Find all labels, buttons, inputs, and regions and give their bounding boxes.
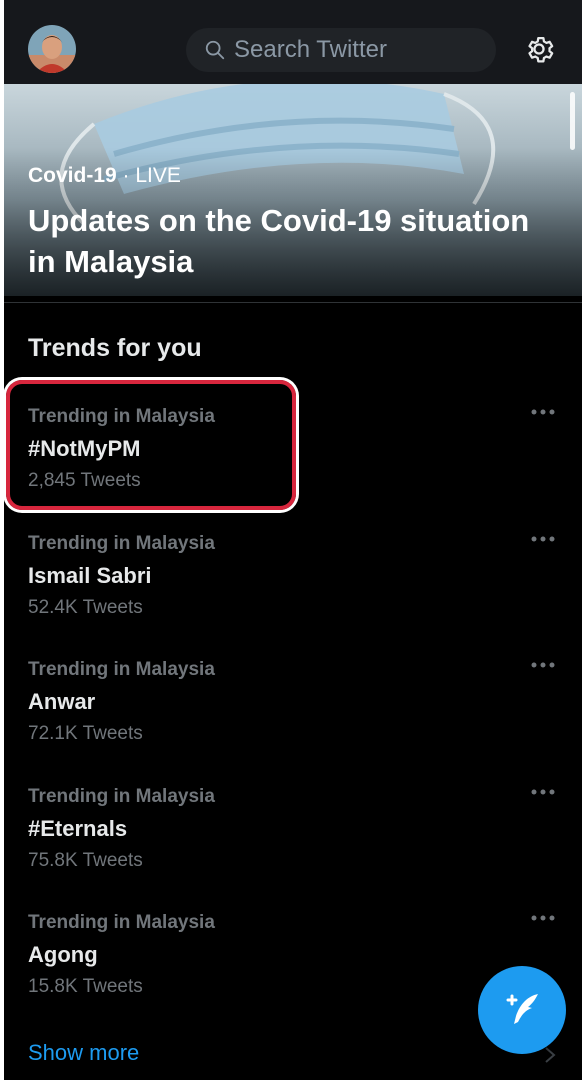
trend-count: 2,845 Tweets bbox=[28, 470, 141, 491]
trend-context: Trending in Malaysia bbox=[28, 786, 215, 807]
divider bbox=[4, 302, 582, 303]
search-placeholder: Search Twitter bbox=[234, 36, 387, 63]
event-status: LIVE bbox=[135, 164, 181, 187]
chevron-right-icon bbox=[545, 1047, 556, 1063]
trend-count: 72.1K Tweets bbox=[28, 723, 143, 744]
trend-context: Trending in Malaysia bbox=[28, 912, 215, 933]
scrollbar[interactable] bbox=[570, 92, 575, 150]
trend-item[interactable]: Trending in Malaysia Anwar 72.1K Tweets bbox=[4, 659, 582, 785]
trend-item[interactable]: Trending in Malaysia Ismail Sabri 52.4K … bbox=[4, 533, 582, 659]
show-more-link[interactable]: Show more bbox=[28, 1040, 139, 1066]
event-separator: · bbox=[122, 164, 130, 187]
event-topic: Covid-19 bbox=[28, 164, 117, 187]
live-event-banner[interactable]: Covid-19 · LIVE Updates on the Covid-19 … bbox=[4, 84, 582, 296]
trend-item[interactable]: Trending in Malaysia #NotMyPM 2,845 Twee… bbox=[4, 406, 582, 532]
more-dots-icon[interactable] bbox=[530, 406, 556, 418]
more-dots-icon[interactable] bbox=[530, 786, 556, 798]
more-dots-icon[interactable] bbox=[530, 659, 556, 671]
trend-count: 15.8K Tweets bbox=[28, 976, 143, 997]
section-title: Trends for you bbox=[28, 334, 202, 362]
more-dots-icon[interactable] bbox=[530, 533, 556, 545]
trend-item[interactable]: Trending in Malaysia #Eternals 75.8K Twe… bbox=[4, 786, 582, 912]
trend-name: Anwar bbox=[28, 689, 96, 714]
event-title: Updates on the Covid-19 situation in Mal… bbox=[28, 203, 530, 279]
more-dots-icon[interactable] bbox=[530, 912, 556, 924]
trend-name: #NotMyPM bbox=[28, 436, 141, 461]
trend-count: 52.4K Tweets bbox=[28, 597, 143, 618]
gear-icon[interactable] bbox=[522, 32, 556, 66]
trend-count: 75.8K Tweets bbox=[28, 850, 143, 871]
trend-context: Trending in Malaysia bbox=[28, 659, 215, 680]
avatar[interactable] bbox=[28, 25, 76, 73]
trend-context: Trending in Malaysia bbox=[28, 406, 215, 427]
compose-tweet-button[interactable] bbox=[478, 966, 566, 1054]
top-bar: Search Twitter bbox=[4, 0, 582, 84]
trend-name: Ismail Sabri bbox=[28, 563, 152, 588]
trend-name: Agong bbox=[28, 942, 98, 967]
app-frame: Search Twitter Covid-19 · LIVE Updates o… bbox=[4, 0, 582, 1080]
event-meta: Covid-19 · LIVE bbox=[28, 164, 181, 188]
trend-context: Trending in Malaysia bbox=[28, 533, 215, 554]
trend-name: #Eternals bbox=[28, 816, 128, 841]
search-input[interactable]: Search Twitter bbox=[186, 28, 496, 72]
compose-tweet-icon bbox=[506, 994, 538, 1024]
search-icon bbox=[205, 40, 225, 60]
